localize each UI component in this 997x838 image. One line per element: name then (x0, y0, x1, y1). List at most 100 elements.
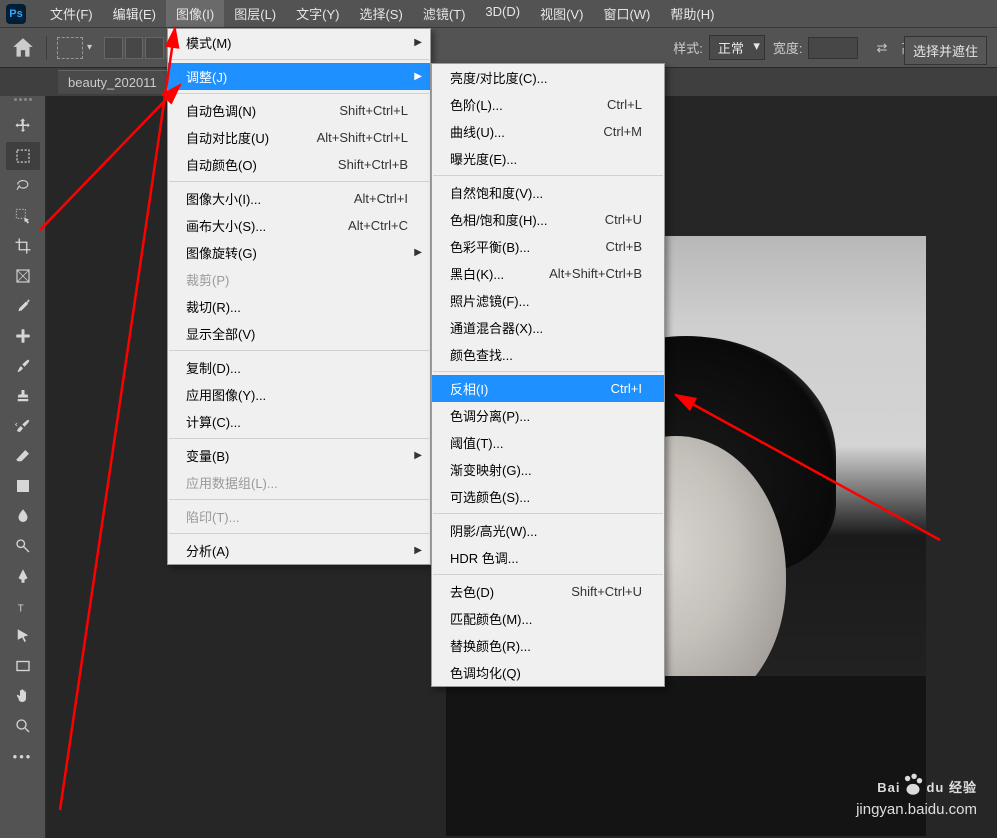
history-brush-tool[interactable] (6, 412, 40, 440)
adjust-menu-item-25[interactable]: 色调均化(Q) (432, 659, 664, 686)
lasso-tool[interactable] (6, 172, 40, 200)
image-menu-item-15[interactable]: 复制(D)... (168, 354, 430, 381)
menu-item-shortcut: Alt+Shift+Ctrl+B (549, 266, 642, 281)
image-menu-item-2[interactable]: 调整(J)▶ (168, 63, 430, 90)
adjust-menu-item-9[interactable]: 照片滤镜(F)... (432, 287, 664, 314)
menu-item-label: 匹配颜色(M)... (450, 609, 642, 628)
adjust-menu-item-16[interactable]: 渐变映射(G)... (432, 456, 664, 483)
stamp-tool[interactable] (6, 382, 40, 410)
image-menu-separator (169, 350, 429, 351)
menu-item-label: 复制(D)... (186, 358, 408, 377)
menubar-item-8[interactable]: 视图(V) (530, 0, 593, 27)
toolbar-handle[interactable] (7, 98, 39, 106)
menu-item-label: 曲线(U)... (450, 122, 585, 141)
image-menu-item-4[interactable]: 自动色调(N)Shift+Ctrl+L (168, 97, 430, 124)
adjust-menu-item-19[interactable]: 阴影/高光(W)... (432, 517, 664, 544)
adjust-menu-item-5[interactable]: 自然饱和度(V)... (432, 179, 664, 206)
menubar-item-3[interactable]: 图层(L) (224, 0, 286, 27)
adjust-menu-item-0[interactable]: 亮度/对比度(C)... (432, 64, 664, 91)
adjust-menu-item-15[interactable]: 阈值(T)... (432, 429, 664, 456)
path-select-tool[interactable] (6, 622, 40, 650)
rectangle-tool[interactable] (6, 652, 40, 680)
chevron-down-icon[interactable]: ▾ (87, 42, 92, 53)
adjust-menu-item-1[interactable]: 色阶(L)...Ctrl+L (432, 91, 664, 118)
adjust-menu-item-14[interactable]: 色调分离(P)... (432, 402, 664, 429)
adjust-menu-item-7[interactable]: 色彩平衡(B)...Ctrl+B (432, 233, 664, 260)
blur-tool[interactable] (6, 502, 40, 530)
link-icon[interactable]: ⇄ (876, 40, 887, 56)
frame-tool[interactable] (6, 262, 40, 290)
image-menu-item-24[interactable]: 分析(A)▶ (168, 537, 430, 564)
image-menu-item-13[interactable]: 显示全部(V) (168, 320, 430, 347)
menubar-item-0[interactable]: 文件(F) (40, 0, 103, 27)
submenu-arrow-icon: ▶ (414, 247, 422, 258)
more-tools[interactable]: ••• (6, 742, 40, 770)
adjust-menu-item-22[interactable]: 去色(D)Shift+Ctrl+U (432, 578, 664, 605)
move-tool[interactable] (6, 112, 40, 140)
adjust-menu-item-11[interactable]: 颜色查找... (432, 341, 664, 368)
menu-item-label: 计算(C)... (186, 412, 408, 431)
style-select[interactable]: 正常 ▾ (709, 35, 765, 60)
select-and-mask-button[interactable]: 选择并遮住 (904, 36, 987, 65)
adjust-menu-item-2[interactable]: 曲线(U)...Ctrl+M (432, 118, 664, 145)
menu-item-label: 阴影/高光(W)... (450, 521, 642, 540)
healing-tool[interactable] (6, 322, 40, 350)
adjust-menu-item-23[interactable]: 匹配颜色(M)... (432, 605, 664, 632)
menubar-item-4[interactable]: 文字(Y) (286, 0, 349, 27)
image-menu: 模式(M)▶调整(J)▶自动色调(N)Shift+Ctrl+L自动对比度(U)A… (167, 28, 431, 565)
adjust-menu-item-13[interactable]: 反相(I)Ctrl+I (432, 375, 664, 402)
menubar-item-5[interactable]: 选择(S) (349, 0, 412, 27)
eraser-tool[interactable] (6, 442, 40, 470)
quick-select-tool[interactable] (6, 202, 40, 230)
menu-item-label: 色调均化(Q) (450, 663, 642, 682)
adjust-menu-item-6[interactable]: 色相/饱和度(H)...Ctrl+U (432, 206, 664, 233)
menubar-item-7[interactable]: 3D(D) (475, 0, 530, 27)
zoom-tool[interactable] (6, 712, 40, 740)
watermark-line1: Baidu Baidu 经验经验 (856, 767, 977, 799)
menu-item-shortcut: Shift+Ctrl+B (338, 157, 408, 172)
adjust-menu-separator (433, 175, 663, 176)
pen-tool[interactable] (6, 562, 40, 590)
menu-item-label: 应用数据组(L)... (186, 473, 408, 492)
menubar-item-9[interactable]: 窗口(W) (593, 0, 660, 27)
menu-item-shortcut: Ctrl+I (611, 381, 642, 396)
adjust-menu-item-8[interactable]: 黑白(K)...Alt+Shift+Ctrl+B (432, 260, 664, 287)
adjust-menu-item-10[interactable]: 通道混合器(X)... (432, 314, 664, 341)
hand-tool[interactable] (6, 682, 40, 710)
menu-item-label: 画布大小(S)... (186, 216, 330, 235)
image-menu-item-10[interactable]: 图像旋转(G)▶ (168, 239, 430, 266)
menubar-item-2[interactable]: 图像(I) (166, 0, 224, 27)
menu-item-shortcut: Ctrl+L (607, 97, 642, 112)
image-menu-item-6[interactable]: 自动颜色(O)Shift+Ctrl+B (168, 151, 430, 178)
width-input[interactable] (808, 37, 858, 59)
menubar-item-10[interactable]: 帮助(H) (660, 0, 724, 27)
home-icon[interactable] (10, 35, 36, 61)
image-menu-item-19[interactable]: 变量(B)▶ (168, 442, 430, 469)
menu-item-label: 模式(M) (186, 33, 408, 52)
marquee-tool[interactable] (6, 142, 40, 170)
image-menu-item-8[interactable]: 图像大小(I)...Alt+Ctrl+I (168, 185, 430, 212)
image-menu-item-0[interactable]: 模式(M)▶ (168, 29, 430, 56)
document-tab[interactable]: beauty_202011 (58, 70, 167, 94)
menubar-item-6[interactable]: 滤镜(T) (413, 0, 476, 27)
crop-tool[interactable] (6, 232, 40, 260)
eyedropper-tool[interactable] (6, 292, 40, 320)
menubar-item-1[interactable]: 编辑(E) (103, 0, 166, 27)
adjust-menu-item-3[interactable]: 曝光度(E)... (432, 145, 664, 172)
menu-item-label: 可选颜色(S)... (450, 487, 642, 506)
adjust-menu-item-20[interactable]: HDR 色调... (432, 544, 664, 571)
image-menu-item-17[interactable]: 计算(C)... (168, 408, 430, 435)
image-menu-item-12[interactable]: 裁切(R)... (168, 293, 430, 320)
dodge-tool[interactable] (6, 532, 40, 560)
menu-item-shortcut: Shift+Ctrl+L (339, 103, 408, 118)
image-menu-item-5[interactable]: 自动对比度(U)Alt+Shift+Ctrl+L (168, 124, 430, 151)
tool-bar: T ••• (0, 96, 46, 838)
image-menu-item-16[interactable]: 应用图像(Y)... (168, 381, 430, 408)
type-tool[interactable]: T (6, 592, 40, 620)
image-menu-item-9[interactable]: 画布大小(S)...Alt+Ctrl+C (168, 212, 430, 239)
brush-tool[interactable] (6, 352, 40, 380)
marquee-preset-icon[interactable] (57, 37, 83, 59)
gradient-tool[interactable] (6, 472, 40, 500)
adjust-menu-item-24[interactable]: 替换颜色(R)... (432, 632, 664, 659)
adjust-menu-item-17[interactable]: 可选颜色(S)... (432, 483, 664, 510)
